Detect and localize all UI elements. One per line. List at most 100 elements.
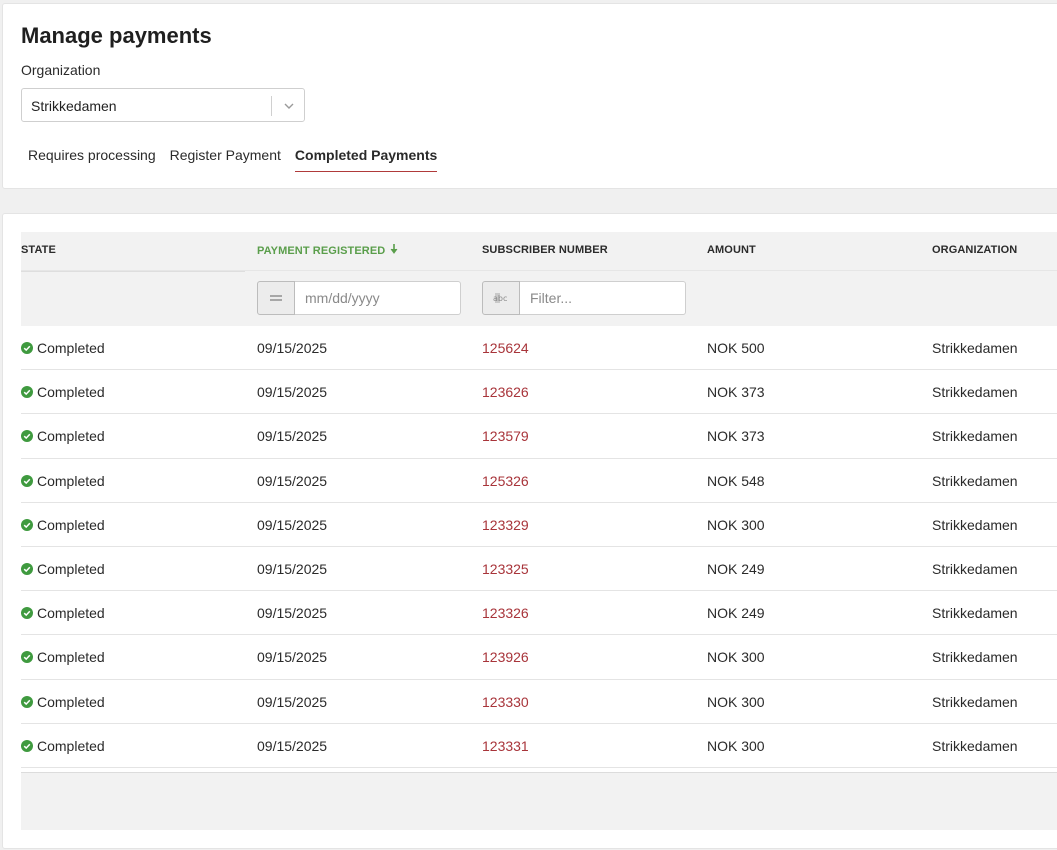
table-row[interactable]: Completed 09/15/2025 125326 NOK 548 Strikked… <box>21 458 1057 503</box>
table-row[interactable]: Completed 09/15/2025 123329 NOK 300 Strikked… <box>21 502 1057 547</box>
tab-requires-processing[interactable]: Requires processing <box>28 147 156 172</box>
subscriber-number-link[interactable]: 125624 <box>482 340 529 356</box>
organization-cell: Strikkedamen <box>932 384 1018 401</box>
column-header-subscriber-number[interactable]: SUBSCRIBER NUMBER <box>482 244 608 256</box>
amount-cell: NOK 500 <box>707 340 765 356</box>
payment-date-cell: 09/15/2025 <box>257 340 328 356</box>
text-match-icon[interactable]: abc <box>482 281 520 315</box>
organization-cell: Strikkedamen <box>932 693 1018 710</box>
payment-date-cell: 09/15/2025 <box>257 428 328 445</box>
payment-date-cell: 09/15/2025 <box>257 649 328 666</box>
check-circle-icon <box>21 342 33 354</box>
header-card: Manage payments Organization Strikkedame… <box>2 3 1057 189</box>
state-cell: Completed <box>21 428 105 444</box>
payment-date-cell: 09/15/2025 <box>257 516 328 533</box>
tab-completed-payments[interactable]: Completed Payments <box>294 147 438 172</box>
subscriber-number-link[interactable]: 123926 <box>482 649 529 665</box>
column-header-amount[interactable]: AMOUNT <box>707 244 756 256</box>
state-cell: Completed <box>21 605 105 621</box>
filter-divider <box>21 271 245 272</box>
date-filter <box>257 281 461 315</box>
table-row[interactable]: Completed 09/15/2025 123626 NOK 373 Strikked… <box>21 370 1057 415</box>
table-row[interactable]: Completed 09/15/2025 123331 NOK 300 Strikked… <box>21 723 1057 768</box>
subscriber-number-link[interactable]: 123326 <box>482 605 529 621</box>
check-circle-icon <box>21 474 33 487</box>
subscriber-number-link[interactable]: 125326 <box>482 473 529 489</box>
check-circle-icon <box>21 695 33 708</box>
organization-select-value: Strikkedamen <box>31 98 117 114</box>
subscriber-number-link[interactable]: 123579 <box>482 428 529 444</box>
check-circle-icon <box>21 651 33 664</box>
chevron-down-icon[interactable] <box>280 96 298 116</box>
amount-cell: NOK 548 <box>707 472 765 489</box>
subscriber-filter: abc <box>482 281 686 315</box>
amount-cell: NOK 300 <box>707 737 765 754</box>
organization-cell: Strikkedamen <box>932 649 1018 666</box>
payments-grid-card: STATE PAYMENT REGISTERED SUBSCRIBER NUMB… <box>2 213 1057 849</box>
payment-date-cell: 09/15/2025 <box>257 560 328 577</box>
grid-filter-row: abc <box>21 270 1057 326</box>
payment-date-cell: 09/15/2025 <box>257 384 328 401</box>
grid-body: Completed 09/15/2025 125624 NOK 500 Strikked… <box>21 326 1057 768</box>
table-row[interactable]: Completed 09/15/2025 123926 NOK 300 Strikked… <box>21 635 1057 680</box>
amount-cell: NOK 373 <box>707 428 765 445</box>
table-row[interactable]: Completed 09/15/2025 125624 NOK 500 Strikked… <box>21 326 1057 371</box>
organization-cell: Strikkedamen <box>932 560 1018 577</box>
table-row[interactable]: Completed 09/15/2025 123325 NOK 249 Strikked… <box>21 546 1057 592</box>
subscriber-filter-input[interactable] <box>520 281 686 315</box>
column-header-payment-registered-label: PAYMENT REGISTERED <box>257 245 386 257</box>
select-separator <box>271 96 272 116</box>
state-text: Completed <box>37 516 105 533</box>
payment-date-cell: 09/15/2025 <box>257 472 328 489</box>
tab-register-payment[interactable]: Register Payment <box>170 147 281 172</box>
state-cell: Completed <box>21 517 105 533</box>
organization-cell: Strikkedamen <box>932 340 1018 356</box>
payment-date-cell: 09/15/2025 <box>257 693 328 710</box>
subscriber-number-link[interactable]: 123330 <box>482 694 529 710</box>
table-row[interactable]: Completed 09/15/2025 123326 NOK 249 Strikked… <box>21 591 1057 636</box>
subscriber-number-link[interactable]: 123329 <box>482 517 529 533</box>
organization-select[interactable]: Strikkedamen <box>21 88 305 122</box>
grid-footer <box>21 772 1057 830</box>
payment-date-cell: 09/15/2025 <box>257 605 328 622</box>
check-circle-icon <box>21 739 33 752</box>
state-text: Completed <box>37 560 105 577</box>
amount-cell: NOK 300 <box>707 693 765 710</box>
tab-bar: Requires processing Register Payment Com… <box>28 147 451 172</box>
state-cell: Completed <box>21 561 105 577</box>
column-header-state[interactable]: STATE <box>21 244 56 256</box>
state-cell: Completed <box>21 694 105 710</box>
state-text: Completed <box>37 428 105 445</box>
subscriber-number-link[interactable]: 123331 <box>482 738 529 754</box>
check-circle-icon <box>21 518 33 531</box>
table-row[interactable]: Completed 09/15/2025 123330 NOK 300 Strikked… <box>21 679 1057 724</box>
column-header-payment-registered[interactable]: PAYMENT REGISTERED <box>257 244 398 257</box>
amount-cell: NOK 249 <box>707 605 765 622</box>
organization-cell: Strikkedamen <box>932 516 1018 533</box>
amount-cell: NOK 249 <box>707 560 765 577</box>
state-text: Completed <box>37 384 105 401</box>
date-filter-input[interactable] <box>295 281 461 315</box>
state-cell: Completed <box>21 384 105 400</box>
state-cell: Completed <box>21 649 105 665</box>
state-cell: Completed <box>21 340 105 356</box>
state-text: Completed <box>37 340 105 356</box>
check-circle-icon <box>21 430 33 443</box>
state-cell: Completed <box>21 738 105 754</box>
check-circle-icon <box>21 386 33 399</box>
equals-icon[interactable] <box>257 281 295 315</box>
subscriber-number-link[interactable]: 123325 <box>482 561 529 577</box>
table-row[interactable]: Completed 09/15/2025 123579 NOK 373 Strikked… <box>21 414 1057 459</box>
organization-cell: Strikkedamen <box>932 472 1018 489</box>
payments-grid: STATE PAYMENT REGISTERED SUBSCRIBER NUMB… <box>21 232 1057 830</box>
subscriber-number-link[interactable]: 123626 <box>482 384 529 400</box>
column-header-organization[interactable]: ORGANIZATION <box>932 244 1017 256</box>
check-circle-icon <box>21 607 33 620</box>
amount-cell: NOK 300 <box>707 649 765 666</box>
organization-cell: Strikkedamen <box>932 737 1018 754</box>
state-text: Completed <box>37 693 105 710</box>
organization-cell: Strikkedamen <box>932 428 1018 445</box>
check-circle-icon <box>21 562 33 575</box>
state-text: Completed <box>37 737 105 754</box>
state-text: Completed <box>37 472 105 489</box>
